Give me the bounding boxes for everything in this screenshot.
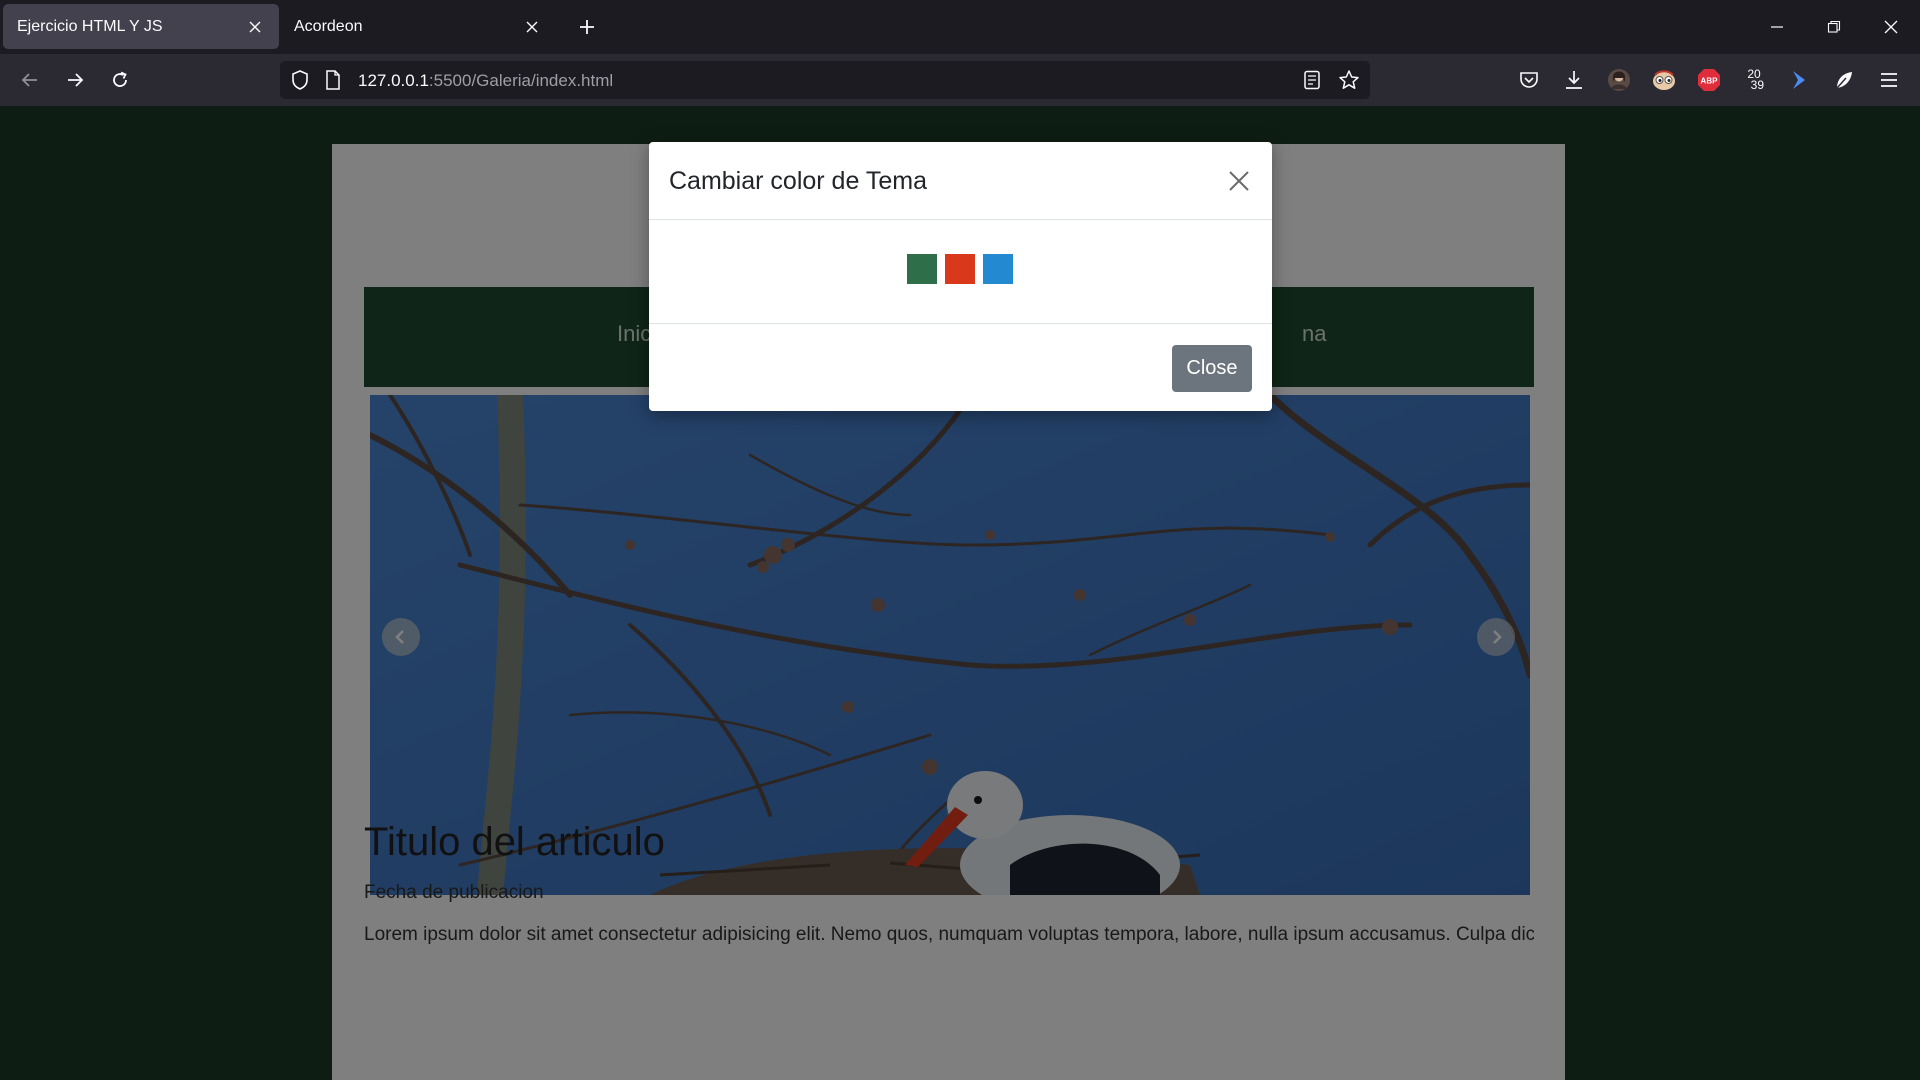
extension-2039-label: 20 39 <box>1743 67 1764 92</box>
close-button[interactable]: Close <box>1172 345 1252 392</box>
tab-strip: Ejercicio HTML Y JS Acordeon <box>0 0 1920 54</box>
extension-eyes-icon[interactable] <box>1650 66 1678 94</box>
extension-arrow-icon[interactable] <box>1785 66 1813 94</box>
tab-ejercicio[interactable]: Ejercicio HTML Y JS <box>3 4 279 49</box>
modal-close-button[interactable] <box>1222 164 1256 198</box>
reload-button[interactable] <box>104 64 136 96</box>
avatar-icon[interactable] <box>1605 66 1633 94</box>
menu-icon[interactable] <box>1875 66 1903 94</box>
plus-icon <box>580 20 594 34</box>
color-swatches <box>907 254 1013 284</box>
restore-icon <box>1827 20 1841 33</box>
close-icon <box>1229 171 1249 191</box>
url-path: :5500/Galeria/index.html <box>428 71 614 90</box>
tab-acordeon[interactable]: Acordeon <box>280 4 556 49</box>
minimize-button[interactable] <box>1760 10 1794 44</box>
back-button[interactable] <box>14 64 46 96</box>
modal-title: Cambiar color de Tema <box>669 167 927 195</box>
adblock-label: ABP <box>1701 77 1719 86</box>
forward-icon <box>68 73 84 87</box>
theme-color-modal: Cambiar color de Tema Close <box>649 142 1272 411</box>
extension-leaf-icon[interactable] <box>1830 66 1858 94</box>
swatch-green[interactable] <box>907 254 937 284</box>
shield-icon[interactable] <box>290 69 310 96</box>
minimize-icon <box>1771 26 1783 28</box>
url-text[interactable]: 127.0.0.1:5500/Galeria/index.html <box>358 71 613 91</box>
swatch-red[interactable] <box>945 254 975 284</box>
navigation-toolbar: 127.0.0.1:5500/Galeria/index.html ABP 20… <box>0 54 1920 106</box>
adblock-plus-icon[interactable]: ABP <box>1695 66 1723 94</box>
tab-label: Acordeon <box>294 17 363 35</box>
page-icon[interactable] <box>325 70 341 95</box>
modal-body <box>649 220 1272 324</box>
forward-button[interactable] <box>59 64 91 96</box>
bookmark-star-icon[interactable] <box>1338 69 1360 96</box>
close-icon <box>1884 20 1898 34</box>
back-icon <box>21 73 37 87</box>
swatch-blue[interactable] <box>983 254 1013 284</box>
modal-footer: Close <box>649 324 1272 411</box>
modal-header: Cambiar color de Tema <box>649 142 1272 220</box>
tab-label: Ejercicio HTML Y JS <box>17 17 163 35</box>
url-bar[interactable]: 127.0.0.1:5500/Galeria/index.html <box>280 61 1370 99</box>
extension-2039-icon[interactable]: 20 39 <box>1740 66 1768 94</box>
close-icon[interactable] <box>522 17 542 37</box>
reload-icon <box>113 71 127 87</box>
pocket-icon[interactable] <box>1515 66 1543 94</box>
download-icon[interactable] <box>1560 66 1588 94</box>
url-host: 127.0.0.1 <box>358 71 429 90</box>
reader-view-icon[interactable] <box>1303 70 1321 95</box>
new-tab-button[interactable] <box>572 12 602 42</box>
window-close-button[interactable] <box>1874 10 1908 44</box>
close-icon[interactable] <box>245 17 265 37</box>
restore-button[interactable] <box>1817 10 1851 44</box>
